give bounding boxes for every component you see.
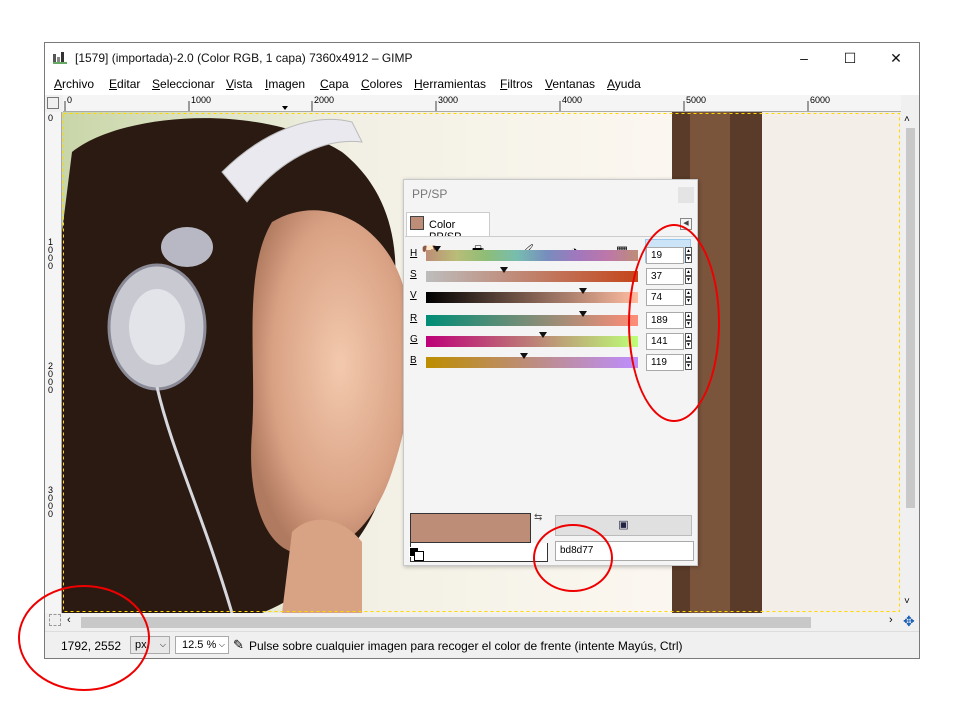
slider-marker[interactable]	[519, 353, 528, 359]
horizontal-ruler: 0 1000 2000 3000 4000 5000 6000	[63, 95, 901, 112]
ruler-label: 4000	[562, 95, 583, 105]
annotation-circle-hex	[533, 524, 613, 592]
scroll-right-icon[interactable]: ›	[889, 614, 893, 626]
maximize-button[interactable]: ☐	[827, 43, 873, 73]
tab-color-fg-bg[interactable]: Color PP/SP	[406, 212, 490, 243]
ruler-label: 3000	[48, 485, 54, 519]
menu-herramientas[interactable]: Herramientas	[414, 77, 486, 91]
default-colors-bg-icon[interactable]	[414, 551, 424, 561]
dock-close-button[interactable]	[678, 187, 694, 203]
tab-color-swatch	[410, 216, 424, 230]
menu-archivo[interactable]: Archivo	[54, 77, 94, 91]
menu-vista[interactable]: Vista	[226, 77, 252, 91]
vertical-scroll-thumb[interactable]	[906, 128, 915, 508]
ruler-label: 6000	[810, 95, 831, 105]
menu-bar: Archivo Editar Seleccionar Vista Imagen …	[45, 73, 919, 95]
window-title: [1579] (importada)-2.0 (Color RGB, 1 cap…	[75, 51, 413, 65]
chevron-down-icon: ⌵	[218, 640, 225, 649]
menu-seleccionar[interactable]: Seleccionar	[152, 77, 215, 91]
close-button[interactable]: ✕	[873, 43, 919, 73]
foreground-color-swatch[interactable]	[410, 513, 531, 543]
horizontal-scroll-thumb[interactable]	[81, 617, 811, 628]
slider-marker[interactable]	[578, 311, 587, 317]
menu-ventanas[interactable]: Ventanas	[545, 77, 595, 91]
ruler-label: 3000	[438, 95, 459, 105]
slider-marker[interactable]	[432, 246, 441, 252]
menu-ayuda[interactable]: Ayuda	[607, 77, 641, 91]
channel-slider-g[interactable]	[426, 332, 638, 347]
annotation-circle-coords	[18, 585, 150, 691]
channel-label-v: V	[410, 290, 417, 301]
menu-filtros[interactable]: Filtros	[500, 77, 533, 91]
quick-mask-toggle[interactable]	[47, 97, 59, 109]
channel-slider-r[interactable]	[426, 311, 638, 326]
ruler-label: 0	[67, 95, 73, 105]
menu-capa[interactable]: Capa	[320, 77, 349, 91]
swap-colors-icon[interactable]: ⇆	[534, 512, 542, 523]
ruler-label: 2000	[314, 95, 335, 105]
dock-title: PP/SP	[412, 187, 448, 201]
channel-slider-v[interactable]	[426, 288, 638, 303]
channel-label-g: G	[410, 334, 418, 345]
ruler-label: 2000	[48, 361, 54, 395]
channel-label-s: S	[410, 269, 417, 280]
annotation-circle-sliders	[628, 224, 720, 422]
status-message: Pulse sobre cualquier imagen para recoge…	[249, 639, 683, 653]
navigate-icon[interactable]: ✥	[903, 613, 915, 630]
channel-slider-s[interactable]	[426, 267, 638, 282]
eyedropper-icon: ▣	[618, 519, 629, 531]
color-picker-icon: ✎	[233, 637, 244, 652]
slider-marker[interactable]	[538, 332, 547, 338]
ruler-label: 0	[48, 113, 54, 123]
minimize-button[interactable]: –	[781, 43, 827, 73]
status-bar: 1792, 2552 px ⌵ 12.5 % ⌵ ✎ Pulse sobre cua…	[45, 631, 919, 658]
ruler-ticks	[64, 101, 809, 111]
horizontal-scrollbar[interactable]: ‹ › ✥	[45, 613, 919, 631]
slider-marker[interactable]	[578, 288, 587, 294]
channel-slider-b[interactable]	[426, 353, 638, 368]
scroll-down-icon[interactable]: ˅	[904, 596, 910, 607]
gimp-app-icon	[53, 52, 67, 64]
channel-label-h: H	[410, 248, 418, 259]
ruler-label: 1000	[191, 95, 212, 105]
menu-colores[interactable]: Colores	[361, 77, 402, 91]
background-color-area[interactable]	[410, 543, 548, 562]
slider-marker[interactable]	[500, 267, 509, 273]
ruler-label: 5000	[686, 95, 707, 105]
chevron-down-icon: ⌵	[159, 640, 166, 649]
menu-editar[interactable]: Editar	[109, 77, 140, 91]
channel-slider-h[interactable]	[426, 246, 638, 261]
scroll-up-icon[interactable]: ˄	[904, 114, 910, 125]
menu-imagen[interactable]: Imagen	[265, 77, 305, 91]
vertical-ruler: 0 1000 2000 3000	[45, 112, 62, 613]
zoom-select[interactable]: 12.5 % ⌵	[175, 636, 229, 654]
vertical-scrollbar[interactable]: ˄ ˅	[901, 112, 919, 613]
title-bar: [1579] (importada)-2.0 (Color RGB, 1 cap…	[45, 43, 919, 73]
channel-label-b: B	[410, 355, 417, 366]
channel-label-r: R	[410, 313, 418, 324]
ruler-label: 1000	[48, 237, 54, 271]
zoom-value: 12.5 %	[182, 639, 217, 651]
